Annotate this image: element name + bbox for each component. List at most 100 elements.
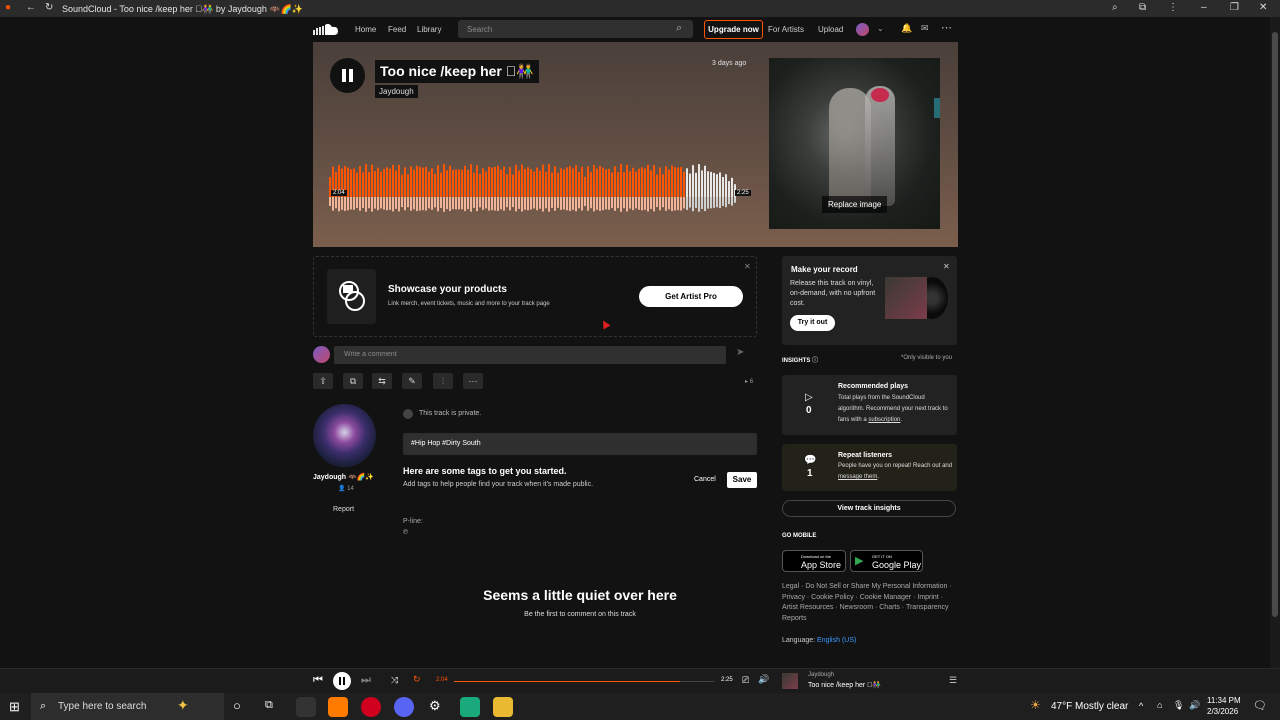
get-artist-pro-button[interactable]: Get Artist Pro xyxy=(639,286,743,307)
player-artist[interactable]: Jaydough xyxy=(808,672,834,678)
close-icon[interactable]: ✕ xyxy=(744,262,751,271)
opera-icon[interactable] xyxy=(361,697,381,717)
cast-icon[interactable]: ⎚ xyxy=(742,675,749,686)
google-play-badge[interactable]: ▶ GET IT ON Google Play xyxy=(850,550,923,572)
go-mobile-label: GO MOBILE xyxy=(782,533,817,539)
search-input[interactable]: Search ⌕ xyxy=(458,20,693,38)
player-cover[interactable] xyxy=(782,673,798,689)
weather-text[interactable]: 47°F Mostly clear xyxy=(1051,701,1128,712)
subscription-link[interactable]: subscription xyxy=(868,417,900,423)
report-link[interactable]: Report xyxy=(333,506,354,513)
waveform-reflection xyxy=(632,197,634,211)
nav-library[interactable]: Library xyxy=(417,25,441,34)
clock-time[interactable]: 11:34 PM xyxy=(1207,696,1241,705)
uploader-name[interactable]: Jaydough 🦇🌈✨ xyxy=(313,473,374,481)
save-button[interactable]: Save xyxy=(727,472,757,488)
zoom-icon[interactable]: ⌕ xyxy=(1112,2,1118,13)
repeat-icon: 💬 xyxy=(804,455,817,466)
waveform-bar xyxy=(377,167,379,197)
message-them-link[interactable]: message them xyxy=(838,474,877,480)
upload-link[interactable]: Upload xyxy=(818,25,843,34)
for-artists-link[interactable]: For Artists xyxy=(768,25,804,34)
search-icon[interactable]: ⌕ xyxy=(676,22,682,35)
progress-bar[interactable] xyxy=(454,681,714,682)
discord-icon[interactable] xyxy=(394,697,414,717)
player-title[interactable]: Too nice /keep her 🏿👫 xyxy=(808,681,881,689)
reload-icon[interactable]: ↻ xyxy=(45,2,53,13)
comment-avatar xyxy=(313,346,330,363)
scrollbar[interactable] xyxy=(1270,17,1280,668)
more-icon[interactable]: ⋯ xyxy=(463,373,483,389)
waveform-bar xyxy=(470,164,472,197)
previous-icon[interactable]: ⏮ xyxy=(313,674,323,687)
minimize-icon[interactable]: – xyxy=(1201,2,1207,13)
follower-count-value: 14 xyxy=(347,486,354,492)
share-icon[interactable]: ⇪ xyxy=(313,373,333,389)
track-title: Too nice /keep her 🏿👫 xyxy=(375,60,539,83)
notification-center-icon[interactable]: 🗨 xyxy=(1253,699,1267,712)
app-green-icon[interactable] xyxy=(460,697,480,717)
edit-icon[interactable]: ✎ xyxy=(402,373,422,389)
view-track-insights-button[interactable]: View track insights xyxy=(782,500,956,517)
tray-chevron-icon[interactable]: ^ xyxy=(1139,701,1143,711)
notifications-icon[interactable]: 🔔 xyxy=(901,23,912,34)
volume-icon[interactable]: 🔊 xyxy=(758,674,769,685)
info-icon[interactable]: ⓘ xyxy=(812,358,818,364)
uploader-avatar[interactable] xyxy=(313,404,376,467)
waveform-reflection xyxy=(707,197,709,209)
cortana-icon[interactable]: ○ xyxy=(233,698,241,713)
windows-start-icon[interactable]: ⊞ xyxy=(9,699,20,715)
windows-taskbar: ⊞ ⌕ Type here to search ✦ ○ ⧉ ⚙ ☀ 47°F M… xyxy=(0,693,1280,720)
scrollbar-thumb[interactable] xyxy=(1272,32,1278,617)
extensions-icon[interactable]: ⧉ xyxy=(1139,2,1146,13)
close-icon[interactable]: ✕ xyxy=(1259,2,1267,13)
messages-icon[interactable]: ✉ xyxy=(921,23,929,34)
upgrade-button[interactable]: Upgrade now xyxy=(704,20,763,39)
file-explorer-icon[interactable] xyxy=(493,697,513,717)
player-pause-button[interactable] xyxy=(333,672,351,690)
chevron-down-icon[interactable]: ⌄ xyxy=(877,24,884,33)
comment-input[interactable]: Write a comment xyxy=(334,346,726,364)
menu-icon[interactable]: ⋮ xyxy=(1168,2,1178,13)
repost-icon[interactable]: ⇆ xyxy=(372,373,392,389)
footer-line-2[interactable]: Privacy · Cookie Policy · Cookie Manager… xyxy=(782,593,952,604)
copy-link-icon[interactable]: ⧉ xyxy=(343,373,363,389)
settings-icon[interactable]: ⚙ xyxy=(429,698,441,714)
app-store-badge[interactable]: Download on the App Store xyxy=(782,550,846,572)
cancel-button[interactable]: Cancel xyxy=(694,476,716,483)
waveform-bar xyxy=(698,164,700,197)
more-icon[interactable]: ⋯ xyxy=(941,21,952,34)
tags-input[interactable]: #Hip Hop #Dirty South xyxy=(403,433,757,455)
speaker-icon[interactable]: 🔊 xyxy=(1189,700,1200,711)
insights-icon[interactable]: ⫶ xyxy=(433,373,453,389)
microphone-icon[interactable]: 🎙 xyxy=(1173,700,1184,711)
firefox-icon[interactable] xyxy=(328,697,348,717)
send-icon[interactable]: ➤ xyxy=(736,347,744,358)
nav-home[interactable]: Home xyxy=(355,25,376,34)
soundcloud-logo-icon[interactable] xyxy=(312,22,340,36)
shuffle-icon[interactable]: ⤨ xyxy=(391,675,398,686)
footer-line-3[interactable]: Artist Resources · Newsroom · Charts · T… xyxy=(782,603,952,614)
nav-feed[interactable]: Feed xyxy=(388,25,406,34)
try-it-out-button[interactable]: Try it out xyxy=(790,315,835,331)
close-icon[interactable]: ✕ xyxy=(943,262,950,271)
queue-icon[interactable]: ☰ xyxy=(949,675,957,686)
pause-button[interactable] xyxy=(330,58,365,93)
task-view-icon[interactable]: ⧉ xyxy=(265,699,273,712)
track-artist[interactable]: Jaydough xyxy=(375,85,418,98)
app-icon[interactable] xyxy=(296,697,316,717)
back-icon[interactable]: ← xyxy=(26,2,36,13)
network-icon[interactable]: ⌂ xyxy=(1157,700,1162,710)
next-icon[interactable]: ⏭ xyxy=(361,674,371,687)
repeat-icon[interactable]: ↻ xyxy=(413,674,421,685)
avatar[interactable] xyxy=(856,23,869,36)
restore-icon[interactable]: ❐ xyxy=(1230,2,1239,13)
clock-date[interactable]: 2/3/2026 xyxy=(1207,707,1238,716)
footer-line-1[interactable]: Legal · Do Not Sell or Share My Personal… xyxy=(782,582,952,593)
taskbar-search[interactable]: ⌕ Type here to search ✦ xyxy=(31,693,224,720)
waveform[interactable] xyxy=(329,159,737,215)
waveform-reflection xyxy=(443,197,445,212)
footer-line-4[interactable]: Reports xyxy=(782,614,952,625)
replace-image-button[interactable]: Replace image xyxy=(822,196,888,213)
language-link[interactable]: English (US) xyxy=(817,637,856,644)
